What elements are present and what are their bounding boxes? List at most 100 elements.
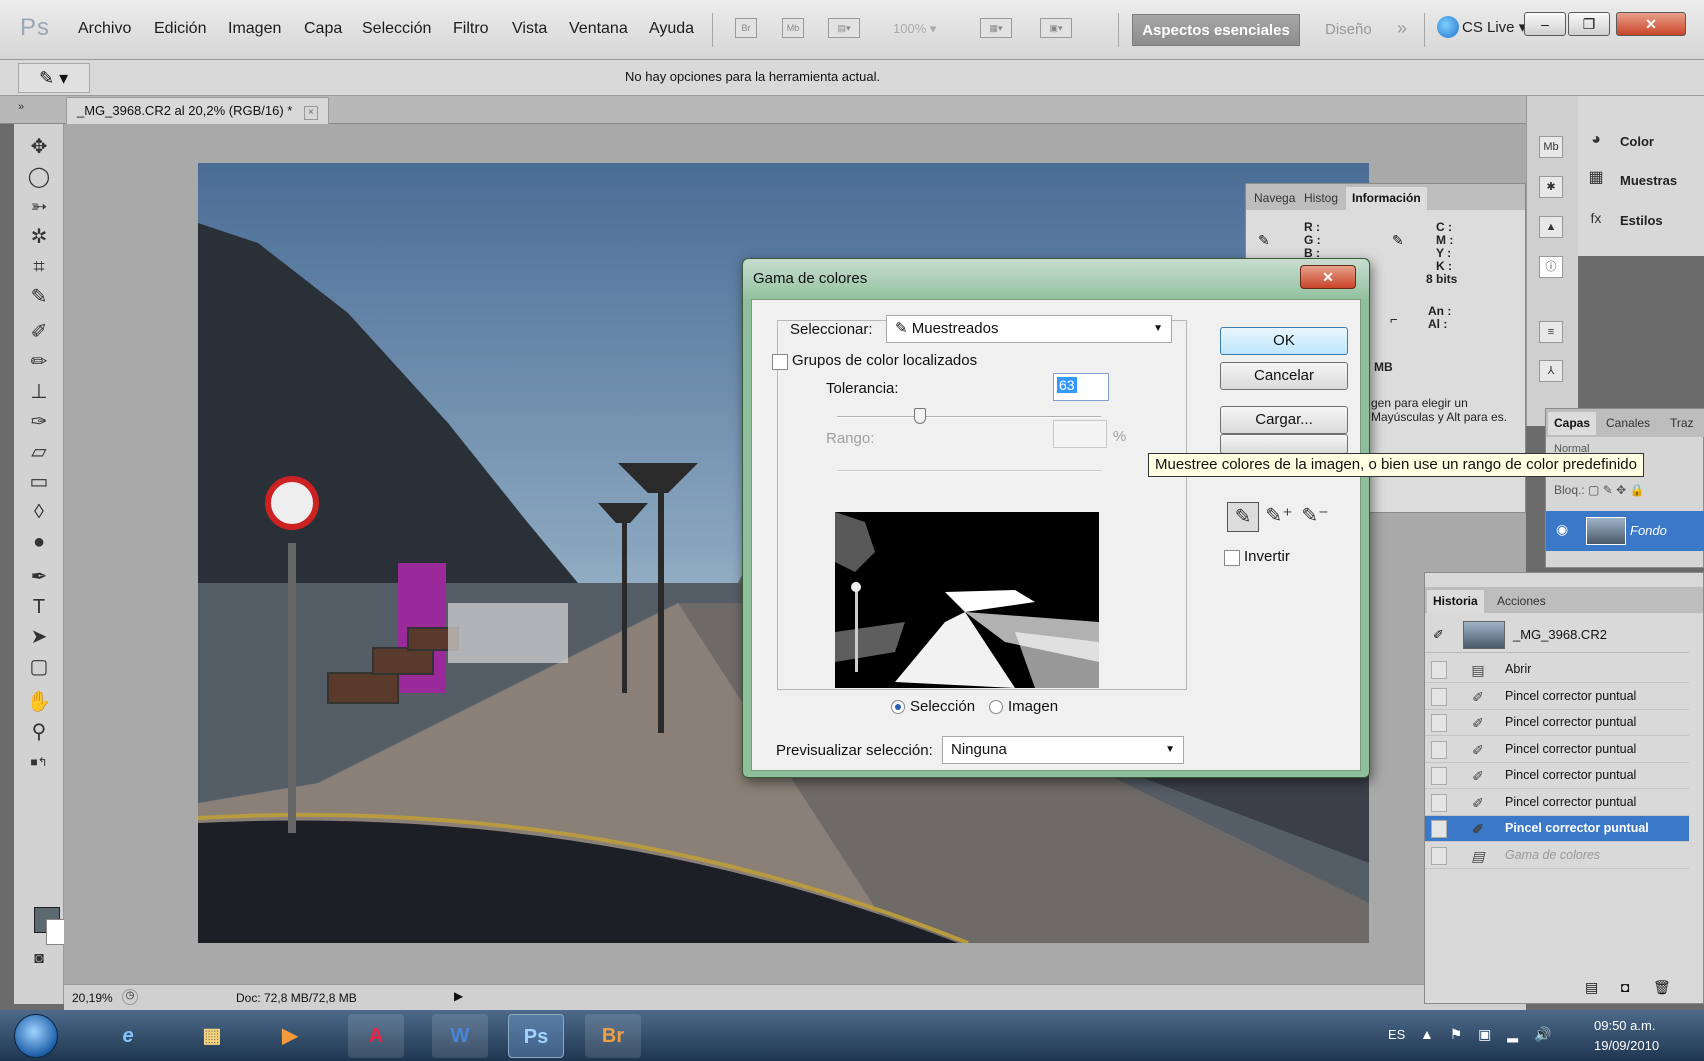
- tab-histograma[interactable]: Histog: [1298, 187, 1344, 210]
- history-step[interactable]: ✐ Pincel corrector puntual: [1425, 737, 1689, 763]
- gradient-tool-icon[interactable]: ▭: [26, 469, 52, 495]
- quick-select-tool-icon[interactable]: ✲: [26, 224, 52, 250]
- workspace-essentials-button[interactable]: Aspectos esenciales: [1132, 14, 1300, 46]
- adjustments-panel-icon[interactable]: ≡: [1539, 321, 1563, 343]
- styles-icon[interactable]: fx: [1584, 208, 1608, 230]
- tab-informacion[interactable]: Información: [1346, 187, 1427, 210]
- history-step[interactable]: ▤ Abrir: [1425, 657, 1689, 683]
- shape-tool-icon[interactable]: ▢: [26, 654, 52, 680]
- dodge-tool-icon[interactable]: ●: [26, 529, 52, 555]
- tab-canales[interactable]: Canales: [1600, 412, 1656, 435]
- lock-controls[interactable]: Bloq.: ▢ ✎ ✥ 🔒: [1554, 483, 1644, 497]
- move-tool-icon[interactable]: ✥: [26, 134, 52, 160]
- workspace-design-button[interactable]: Diseño: [1325, 21, 1372, 38]
- crop-tool-icon[interactable]: ⌗: [26, 254, 52, 280]
- history-source-checkbox[interactable]: [1431, 714, 1447, 732]
- cslive-button[interactable]: CS Live ▾: [1462, 18, 1526, 36]
- history-source-checkbox[interactable]: [1431, 740, 1447, 759]
- clock-icon[interactable]: ◷: [122, 989, 138, 1005]
- styles-panel-label[interactable]: Estilos: [1620, 213, 1663, 228]
- history-snapshot[interactable]: ✐ _MG_3968.CR2: [1425, 617, 1689, 653]
- history-step[interactable]: ✐ Pincel corrector puntual: [1425, 684, 1689, 710]
- dialog-titlebar[interactable]: Gama de colores ✕: [743, 259, 1369, 299]
- zoom-combo[interactable]: 100% ▾: [893, 21, 936, 37]
- menu-archivo[interactable]: Archivo: [78, 20, 131, 38]
- collapse-toolbox-icon[interactable]: »: [18, 101, 24, 113]
- close-window-button[interactable]: ✕: [1616, 12, 1686, 36]
- quick-mask-icon[interactable]: ◙: [26, 946, 52, 972]
- start-button[interactable]: [14, 1014, 58, 1058]
- eyedropper-plus-icon[interactable]: ✎⁺: [1263, 502, 1295, 532]
- history-source-checkbox[interactable]: [1431, 820, 1447, 838]
- history-source-checkbox[interactable]: [1431, 687, 1447, 706]
- eyedropper-icon[interactable]: ✎: [1227, 502, 1259, 532]
- eraser-tool-icon[interactable]: ▱: [26, 439, 52, 465]
- dialog-close-button[interactable]: ✕: [1300, 265, 1356, 289]
- tab-navegador[interactable]: Navega: [1248, 187, 1301, 210]
- history-brush-source-icon[interactable]: ✐: [1433, 627, 1444, 643]
- new-snapshot-icon[interactable]: ◘: [1621, 979, 1629, 995]
- document-tab[interactable]: _MG_3968.CR2 al 20,2% (RGB/16) * ×: [66, 97, 329, 124]
- taskbar-app-acrobat[interactable]: A: [348, 1014, 404, 1058]
- menu-capa[interactable]: Capa: [304, 20, 342, 38]
- trash-icon[interactable]: 🗑: [1653, 979, 1671, 996]
- brush-panel-icon[interactable]: ✱: [1539, 176, 1563, 198]
- tab-trazados[interactable]: Traz: [1664, 412, 1700, 435]
- menu-vista[interactable]: Vista: [512, 20, 547, 38]
- status-menu-arrow-icon[interactable]: ▶: [454, 989, 463, 1003]
- zoom-level[interactable]: 20,19%: [72, 991, 113, 1005]
- history-step[interactable]: ▤ Gama de colores: [1425, 843, 1689, 869]
- language-indicator[interactable]: ES: [1388, 1027, 1405, 1042]
- tool-preset-picker[interactable]: ✎ ▾: [18, 63, 90, 93]
- arrange-docs-icon[interactable]: ▦▾: [980, 18, 1012, 38]
- minibridge-icon[interactable]: Mb: [782, 18, 804, 38]
- eyedropper-tool-icon[interactable]: ✎: [26, 284, 52, 310]
- cancel-button[interactable]: Cancelar: [1220, 362, 1348, 390]
- taskbar-app-bridge[interactable]: Br: [585, 1014, 641, 1058]
- history-step[interactable]: ✐ Pincel corrector puntual: [1425, 790, 1689, 816]
- history-source-checkbox[interactable]: [1431, 846, 1447, 865]
- save-button[interactable]: [1220, 434, 1348, 454]
- screen-mode-icon[interactable]: ▣▾: [1040, 18, 1072, 38]
- taskbar-app-ie[interactable]: e: [100, 1014, 156, 1058]
- history-brush-tool-icon[interactable]: ✑: [26, 409, 52, 435]
- lasso-tool-icon[interactable]: ➳: [26, 194, 52, 220]
- menu-edicion[interactable]: Edición: [154, 20, 206, 38]
- clock-time[interactable]: 09:50 a.m.: [1594, 1018, 1655, 1033]
- menu-seleccion[interactable]: Selección: [362, 20, 431, 38]
- zoom-tool-icon[interactable]: ⚲: [26, 719, 52, 745]
- path-select-tool-icon[interactable]: ➤: [26, 624, 52, 650]
- load-button[interactable]: Cargar...: [1220, 406, 1348, 434]
- eyedropper-minus-icon[interactable]: ✎⁻: [1299, 502, 1331, 532]
- type-tool-icon[interactable]: T: [26, 594, 52, 620]
- menu-ayuda[interactable]: Ayuda: [649, 20, 694, 38]
- taskbar-app-media[interactable]: ▶: [262, 1014, 318, 1058]
- color-icon[interactable]: ◕: [1584, 130, 1608, 152]
- minimize-button[interactable]: –: [1524, 12, 1566, 36]
- tab-historia[interactable]: Historia: [1427, 590, 1484, 613]
- minibridge-panel-icon[interactable]: Mb: [1539, 136, 1563, 158]
- extras-icon[interactable]: ▤▾: [828, 18, 860, 38]
- new-document-from-state-icon[interactable]: ▤: [1585, 979, 1598, 996]
- history-source-checkbox[interactable]: [1431, 793, 1447, 812]
- hand-tool-icon[interactable]: ✋: [26, 689, 52, 715]
- view-selection-radio[interactable]: [891, 700, 905, 714]
- select-combo[interactable]: ✎ Muestreados ▼: [886, 315, 1172, 343]
- tab-acciones[interactable]: Acciones: [1491, 590, 1552, 613]
- view-image-radio[interactable]: [989, 700, 1003, 714]
- tray-icons[interactable]: ▲ ⚑ ▣ ▂ 🔊: [1420, 1026, 1557, 1043]
- taskbar-app-explorer[interactable]: ▦: [184, 1014, 240, 1058]
- history-step[interactable]: ✐ Pincel corrector puntual: [1425, 816, 1689, 842]
- marquee-tool-icon[interactable]: ◯: [26, 164, 52, 190]
- histogram-panel-icon[interactable]: ▲: [1539, 216, 1563, 238]
- ok-button[interactable]: OK: [1220, 327, 1348, 355]
- swatches-icon[interactable]: ▦: [1584, 168, 1608, 190]
- close-tab-icon[interactable]: ×: [303, 106, 318, 120]
- pen-tool-icon[interactable]: ✒: [26, 564, 52, 590]
- taskbar-app-word[interactable]: W: [432, 1014, 488, 1058]
- clock-date[interactable]: 19/09/2010: [1594, 1038, 1659, 1053]
- cslive-icon[interactable]: [1437, 16, 1459, 38]
- healing-brush-tool-icon[interactable]: ✐: [26, 319, 52, 345]
- bridge-launch-icon[interactable]: Br: [735, 18, 757, 38]
- swatches-panel-label[interactable]: Muestras: [1620, 173, 1677, 188]
